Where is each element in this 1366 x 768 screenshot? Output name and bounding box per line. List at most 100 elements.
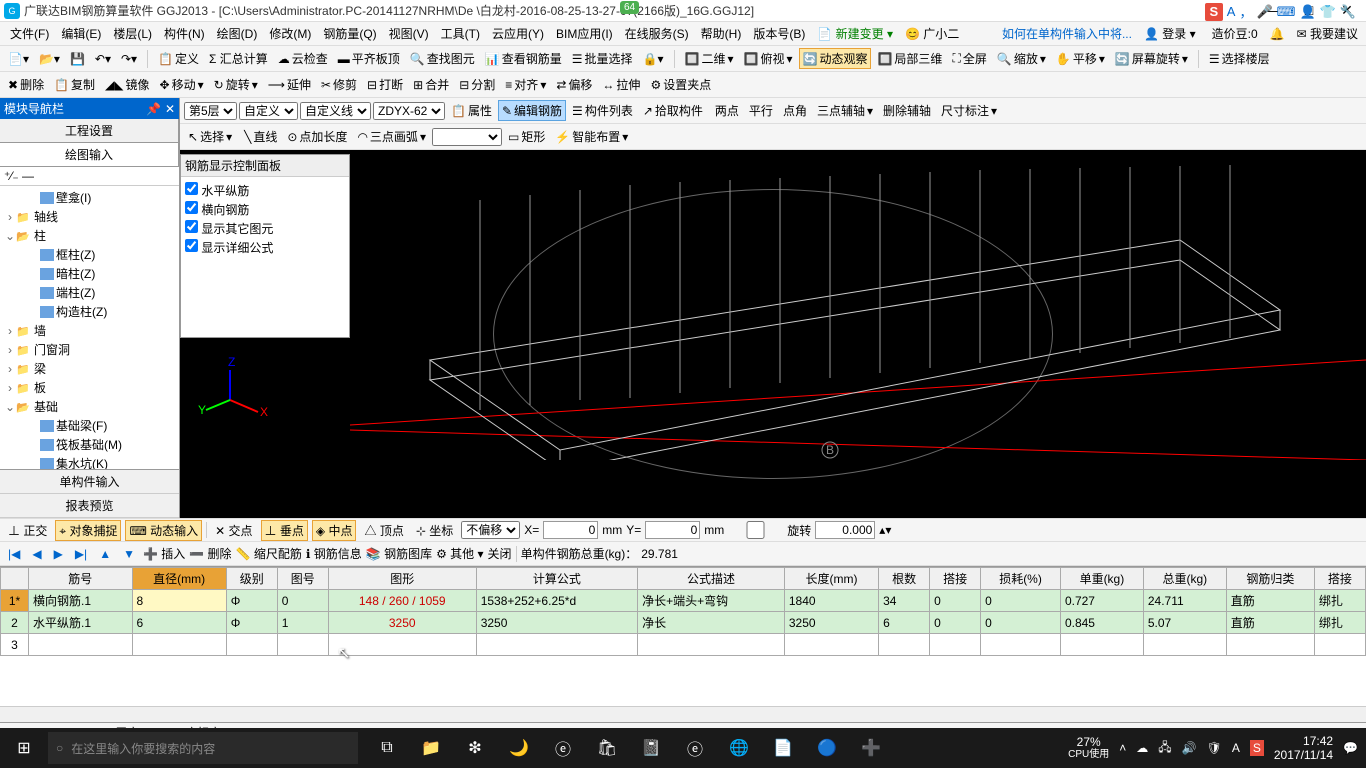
sum-button[interactable]: Σ 汇总计算 — [205, 48, 272, 69]
local-3d-button[interactable]: 🔲 局部三维 — [873, 48, 946, 69]
pick-button[interactable]: ↗ 拾取构件 — [639, 100, 707, 121]
sort-asc-icon[interactable]: ▲ — [95, 547, 115, 561]
menu-component[interactable]: 构件(N) — [158, 25, 211, 42]
tree-node[interactable]: ›墙 — [2, 321, 177, 340]
rotate-button[interactable]: ↻ 旋转 ▾ — [210, 74, 262, 95]
tree-node[interactable]: 端柱(Z) — [2, 283, 177, 302]
save-icon[interactable]: 💾 — [66, 50, 89, 68]
coord-snap[interactable]: ⊹ 坐标 — [412, 520, 457, 541]
tree-node[interactable]: 筏板基础(M) — [2, 435, 177, 454]
flat-top-button[interactable]: ▬ 平齐板顶 — [334, 48, 404, 69]
type-select[interactable]: 自定义线 — [300, 102, 371, 120]
line-tool[interactable]: ╲ 直线 — [240, 126, 281, 147]
tree-node[interactable]: 暗柱(Z) — [2, 264, 177, 283]
menu-edit[interactable]: 编辑(E) — [55, 25, 107, 42]
nav-tree[interactable]: 壁龛(I)›轴线⌄柱框柱(Z)暗柱(Z)端柱(Z)构造柱(Z)›墙›门窗洞›梁›… — [0, 186, 179, 469]
dim-button[interactable]: 尺寸标注 ▾ — [937, 100, 1001, 121]
next-icon[interactable]: ▶ — [50, 547, 67, 561]
ime-face-icon[interactable]: 👤 — [1299, 4, 1315, 20]
tb-explorer-icon[interactable]: 📁 — [410, 728, 452, 768]
tree-node[interactable]: 壁龛(I) — [2, 188, 177, 207]
menu-rebar[interactable]: 钢筋量(Q) — [317, 25, 382, 42]
corner-button[interactable]: 点角 — [779, 100, 811, 121]
ime-mic-icon[interactable]: 🎤 — [1256, 4, 1272, 20]
tb-store-icon[interactable]: 🛍 — [586, 728, 628, 768]
undo-icon[interactable]: ↶▾ — [91, 50, 115, 68]
offset-button[interactable]: ⇄ 偏移 — [552, 74, 596, 95]
new-icon[interactable]: 📄▾ — [4, 50, 33, 68]
lock-icon[interactable]: 🔒▾ — [639, 50, 668, 68]
tb-app1-icon[interactable]: ❇ — [454, 728, 496, 768]
first-icon[interactable]: |◀ — [4, 547, 24, 561]
edit-rebar-button[interactable]: ✎ 编辑钢筋 — [498, 100, 566, 121]
x-input[interactable] — [543, 521, 598, 539]
tree-node[interactable]: ›梁 — [2, 359, 177, 378]
prev-icon[interactable]: ◀ — [28, 547, 45, 561]
tray-ime-icon[interactable]: S — [1250, 740, 1264, 756]
tree-node[interactable]: 框柱(Z) — [2, 245, 177, 264]
dyn-input-toggle[interactable]: ⌨ 动态输入 — [125, 520, 202, 541]
tree-node[interactable]: ›板 — [2, 378, 177, 397]
taskbar-search[interactable]: ○ 在这里输入你要搜索的内容 — [48, 732, 358, 764]
offset-select[interactable]: 不偏移 — [461, 521, 520, 539]
rotate-input[interactable] — [815, 521, 875, 539]
delete-row-button[interactable]: ➖ 删除 — [189, 545, 231, 562]
extend-button[interactable]: ⟶ 延伸 — [264, 74, 315, 95]
tab-report-preview[interactable]: 报表预览 — [0, 494, 179, 518]
copy-button[interactable]: 📋 复制 — [50, 74, 99, 95]
comp-list-button[interactable]: ☰ 构件列表 — [568, 100, 637, 121]
menu-draw[interactable]: 绘图(D) — [211, 25, 264, 42]
tray-shield-icon[interactable]: 🛡 — [1207, 741, 1222, 755]
y-input[interactable] — [645, 521, 700, 539]
split-button[interactable]: ⊟ 分割 — [455, 74, 499, 95]
category-select[interactable]: 自定义 — [239, 102, 298, 120]
pan-button[interactable]: ✋ 平移 ▾ — [1052, 48, 1109, 69]
user-button[interactable]: 😊 广小二 — [899, 25, 965, 42]
cloud-check-button[interactable]: ☁ 云检查 — [274, 48, 332, 69]
rebar-lib-button[interactable]: 📚 钢筋图库 — [366, 545, 432, 562]
floor-select[interactable]: 第5层 — [184, 102, 237, 120]
tray-volume-icon[interactable]: 🔊 — [1182, 741, 1197, 755]
task-view-icon[interactable]: ⧉ — [366, 728, 408, 768]
trim-button[interactable]: ✂ 修剪 — [317, 74, 361, 95]
smart-layout-button[interactable]: ⚡ 智能布置 ▾ — [551, 126, 632, 147]
menu-floor[interactable]: 楼层(L) — [107, 25, 158, 42]
tb-chrome-icon[interactable]: 🌐 — [718, 728, 760, 768]
code-select[interactable]: ZDYX-62 — [373, 102, 445, 120]
menu-help[interactable]: 帮助(H) — [695, 25, 748, 42]
tb-app3-icon[interactable]: 📓 — [630, 728, 672, 768]
tray-network-icon[interactable]: 🖧 — [1158, 738, 1171, 759]
tray-up-icon[interactable]: ˄ — [1119, 741, 1126, 755]
expand-icon[interactable]: ⁺⁄₋ — [4, 169, 19, 183]
menu-view[interactable]: 视图(V) — [383, 25, 435, 42]
tree-node[interactable]: ›轴线 — [2, 207, 177, 226]
rotate-check[interactable] — [728, 521, 783, 539]
2d-button[interactable]: 🔲 二维 ▾ — [681, 48, 738, 69]
login-button[interactable]: 👤 登录 ▾ — [1140, 25, 1200, 42]
tab-project-settings[interactable]: 工程设置 — [0, 119, 179, 142]
tree-node[interactable]: 构造柱(Z) — [2, 302, 177, 321]
3d-viewport[interactable]: 钢筋显示控制面板 水平纵筋 横向钢筋 显示其它图元 显示详细公式 — [180, 150, 1366, 518]
tb-app6-icon[interactable]: ➕ — [850, 728, 892, 768]
rebar-info-button[interactable]: ℹ 钢筋信息 — [306, 545, 362, 562]
arc-tool[interactable]: ◠ 三点画弧 ▾ — [353, 126, 430, 147]
ime-tool-icon[interactable]: 🔧 — [1340, 4, 1356, 20]
cpu-meter[interactable]: 27%CPU使用 — [1068, 736, 1109, 760]
zoom-button[interactable]: 🔍 缩放 ▾ — [993, 48, 1050, 69]
tree-node[interactable]: 基础梁(F) — [2, 416, 177, 435]
mirror-button[interactable]: ◢◣ 镜像 — [101, 74, 153, 95]
collapse-icon[interactable]: — — [22, 169, 34, 183]
tree-node[interactable]: ›门窗洞 — [2, 340, 177, 359]
grip-button[interactable]: ⚙ 设置夹点 — [646, 74, 715, 95]
break-button[interactable]: ⊟ 打断 — [363, 74, 407, 95]
view-rebar-button[interactable]: 📊 查看钢筋量 — [481, 48, 566, 69]
tab-single-input[interactable]: 单构件输入 — [0, 470, 179, 494]
top-view-button[interactable]: 🔲 俯视 ▾ — [740, 48, 797, 69]
bell-icon[interactable]: 🔔 — [1270, 27, 1285, 41]
panel-close-icon[interactable]: ✕ — [165, 102, 175, 116]
tray-onedrive-icon[interactable]: ☁ — [1136, 741, 1148, 755]
tab-draw-input[interactable]: 绘图输入 — [0, 143, 179, 166]
tb-app2-icon[interactable]: 🌙 — [498, 728, 540, 768]
delete-button[interactable]: ✖ 删除 — [4, 74, 48, 95]
screen-rotate-button[interactable]: 🔄 屏幕旋转 ▾ — [1111, 48, 1192, 69]
